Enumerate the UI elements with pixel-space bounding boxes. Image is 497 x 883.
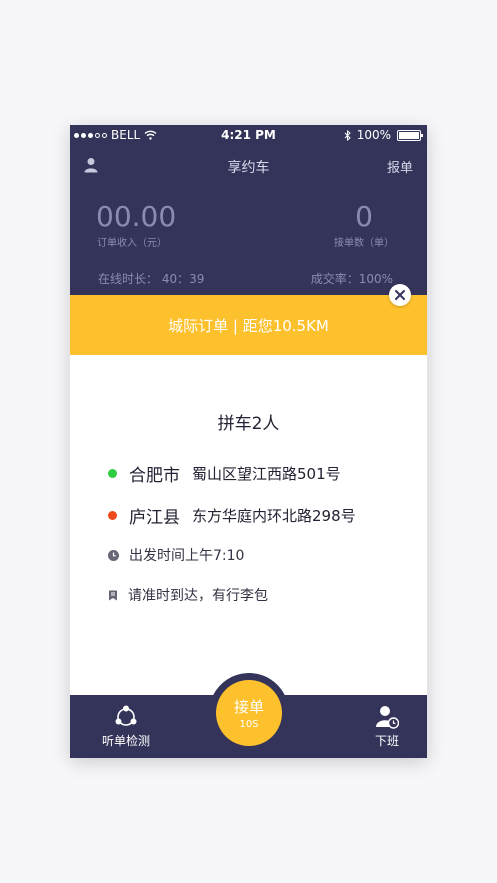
- carpool-count: 拼车2人: [217, 414, 280, 434]
- income-value: 00.00: [96, 200, 177, 233]
- order-card: 拼车2人 合肥市 蜀山区望江西路501号 庐江县 东方华庭内环北路298号 出发…: [70, 355, 427, 695]
- order-banner-text: 城际订单 | 距您10.5KM: [168, 316, 329, 335]
- destination-row: 庐江县 东方华庭内环北路298号: [108, 503, 356, 528]
- destination-dot: [108, 511, 117, 520]
- battery-icon: [397, 129, 423, 141]
- note-row: 请准时到达，有行李包: [108, 585, 268, 605]
- origin-street: 蜀山区望江西路501号: [192, 465, 341, 483]
- income-label: 订单收入（元）: [97, 238, 167, 249]
- clock-icon: [108, 549, 119, 561]
- income-stat: 00.00 订单收入（元）: [96, 200, 177, 250]
- destination-street: 东方华庭内环北路298号: [192, 507, 356, 525]
- stats-panel: 00.00 订单收入（元） 0 接单数（单） 在线时长： 40：39 成交率：1…: [70, 185, 427, 295]
- destination-city: 庐江县: [129, 508, 180, 528]
- offwork-icon: [376, 706, 399, 729]
- orders-label: 接单数（单）: [334, 238, 394, 249]
- phone-screen: BELL 4:21 PM 100% 享约车 报单 00.00 订单收入（元） 0…: [70, 125, 427, 758]
- nav-bar: 享约车 报单: [70, 145, 427, 185]
- battery-percent: 100%: [356, 128, 391, 142]
- listen-icon: [115, 705, 137, 726]
- success-rate: 成交率：100%: [310, 272, 393, 286]
- origin-row: 合肥市 蜀山区望江西路501号: [108, 461, 341, 486]
- origin-dot: [108, 469, 117, 478]
- orders-stat: 0 接单数（单）: [331, 200, 397, 250]
- accept-label: 接单: [233, 698, 264, 716]
- close-button[interactable]: [389, 284, 411, 306]
- status-bar: BELL 4:21 PM 100%: [70, 125, 427, 145]
- tab-listen-check[interactable]: 听单检测: [96, 705, 156, 749]
- order-note: 请准时到达，有行李包: [128, 588, 268, 604]
- offwork-label: 下班: [374, 734, 399, 748]
- accept-countdown: 10S: [239, 719, 259, 730]
- report-button[interactable]: 报单: [387, 157, 413, 176]
- online-time: 在线时长： 40：39: [98, 272, 205, 286]
- tab-off-work[interactable]: 下班: [367, 705, 407, 749]
- status-right: 100%: [344, 128, 423, 142]
- order-banner: 城际订单 | 距您10.5KM: [70, 295, 427, 355]
- departure-time: 出发时间上午7:10: [129, 548, 245, 564]
- accept-order-button[interactable]: 接单 10S: [216, 680, 282, 746]
- bluetooth-icon: [344, 129, 351, 141]
- page-title: 享约车: [227, 160, 270, 176]
- note-icon: [109, 590, 117, 600]
- origin-city: 合肥市: [129, 466, 180, 486]
- departure-row: 出发时间上午7:10: [108, 545, 244, 565]
- listen-label: 听单检测: [101, 734, 150, 748]
- orders-value: 0: [355, 200, 373, 233]
- close-icon: [395, 290, 405, 300]
